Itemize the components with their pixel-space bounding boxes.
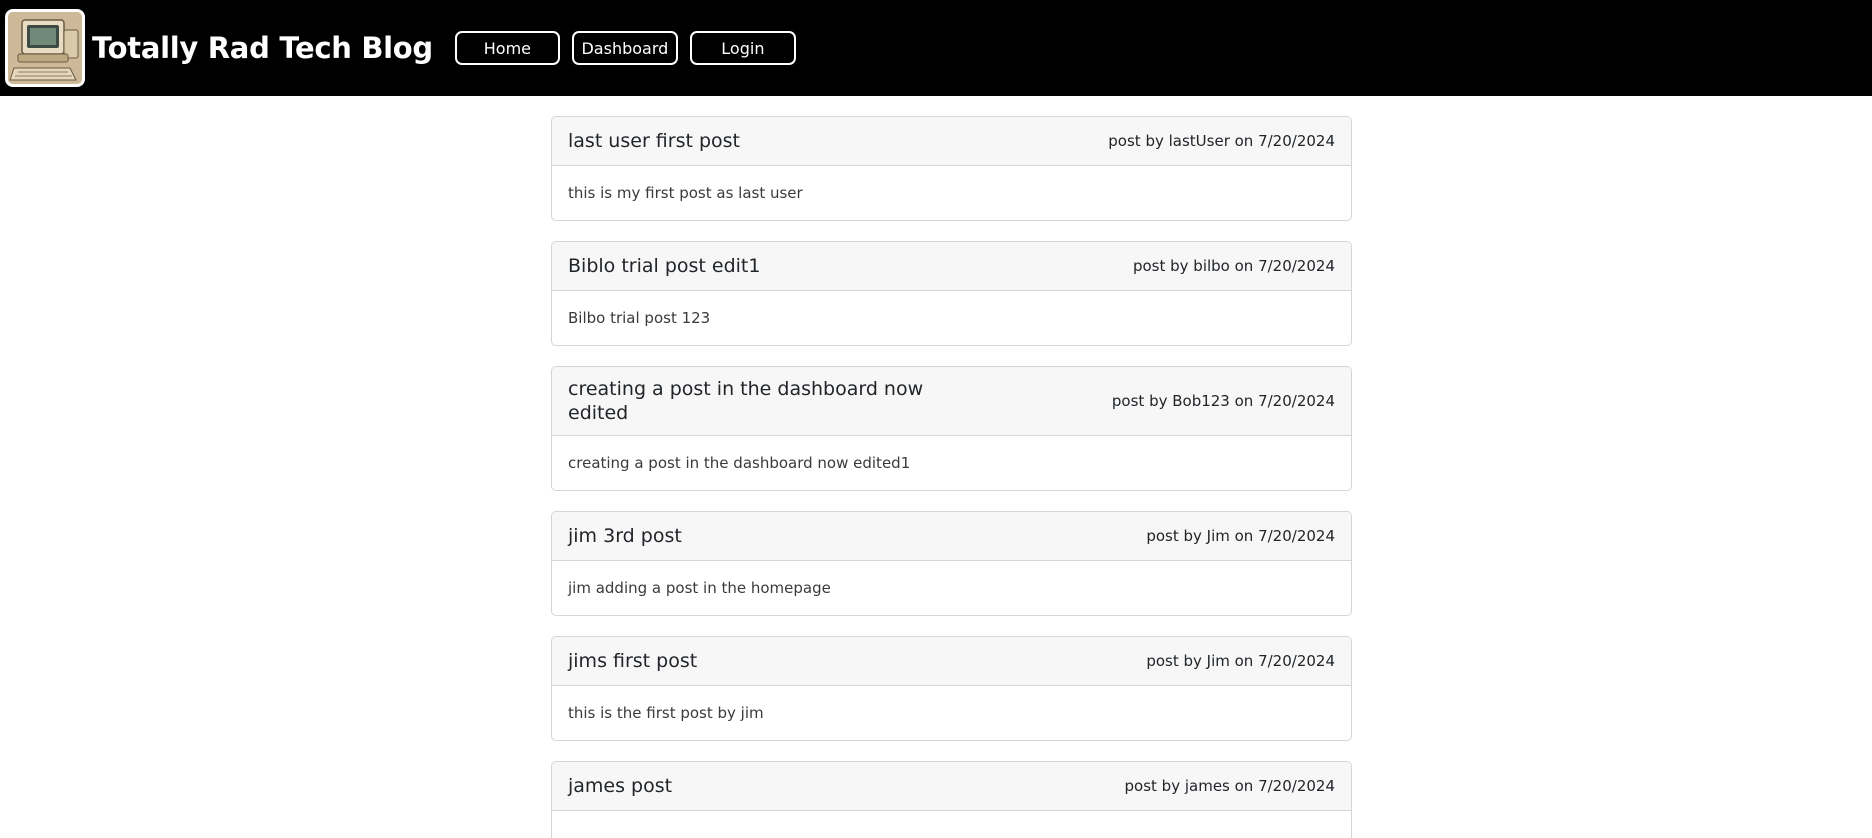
post-meta: post by lastUser on 7/20/2024	[1108, 132, 1335, 150]
post-card-header: jims first post post by Jim on 7/20/2024	[552, 637, 1351, 686]
post-card[interactable]: jim 3rd post post by Jim on 7/20/2024 ji…	[551, 511, 1352, 616]
post-meta: post by Jim on 7/20/2024	[1146, 527, 1335, 545]
retro-computer-icon[interactable]	[5, 9, 85, 87]
post-body	[552, 811, 1351, 838]
post-title[interactable]: jims first post	[568, 649, 697, 673]
post-title[interactable]: creating a post in the dashboard now edi…	[568, 377, 938, 425]
post-card[interactable]: creating a post in the dashboard now edi…	[551, 366, 1352, 491]
post-card[interactable]: jims first post post by Jim on 7/20/2024…	[551, 636, 1352, 741]
post-body: jim adding a post in the homepage	[568, 579, 831, 597]
post-card-header: creating a post in the dashboard now edi…	[552, 367, 1351, 436]
post-card[interactable]: last user first post post by lastUser on…	[551, 116, 1352, 221]
post-card[interactable]: james post post by james on 7/20/2024	[551, 761, 1352, 838]
site-header: Totally Rad Tech Blog Home Dashboard Log…	[0, 0, 1872, 96]
post-card-header: jim 3rd post post by Jim on 7/20/2024	[552, 512, 1351, 561]
post-body: this is the first post by jim	[568, 704, 764, 722]
post-card[interactable]: Biblo trial post edit1 post by bilbo on …	[551, 241, 1352, 346]
post-list: last user first post post by lastUser on…	[551, 116, 1352, 838]
post-meta: post by james on 7/20/2024	[1124, 777, 1335, 795]
post-body: Bilbo trial post 123	[568, 309, 711, 327]
site-title: Totally Rad Tech Blog	[92, 31, 433, 65]
post-card-header: Biblo trial post edit1 post by bilbo on …	[552, 242, 1351, 291]
post-card-header: james post post by james on 7/20/2024	[552, 762, 1351, 811]
post-card-header: last user first post post by lastUser on…	[552, 117, 1351, 166]
post-title[interactable]: jim 3rd post	[568, 524, 682, 548]
post-title[interactable]: james post	[568, 774, 672, 798]
dashboard-button[interactable]: Dashboard	[571, 31, 678, 65]
post-title[interactable]: last user first post	[568, 129, 740, 153]
post-title[interactable]: Biblo trial post edit1	[568, 254, 760, 278]
main-nav: Home Dashboard Login	[454, 31, 808, 65]
home-button[interactable]: Home	[454, 31, 560, 65]
post-body: creating a post in the dashboard now edi…	[568, 454, 911, 472]
post-meta: post by Bob123 on 7/20/2024	[1111, 392, 1335, 410]
post-meta: post by Jim on 7/20/2024	[1146, 652, 1335, 670]
login-button[interactable]: Login	[689, 31, 796, 65]
post-body: this is my first post as last user	[568, 184, 803, 202]
post-meta: post by bilbo on 7/20/2024	[1132, 257, 1335, 275]
